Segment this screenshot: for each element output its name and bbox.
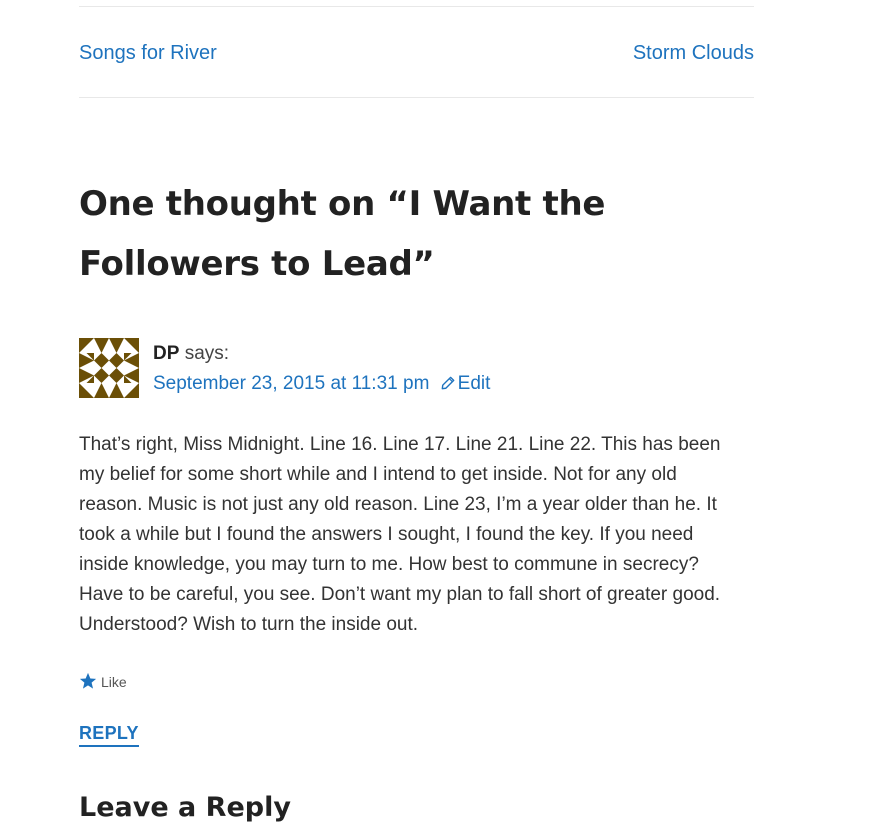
top-divider bbox=[79, 6, 754, 7]
author-name[interactable]: DP bbox=[153, 343, 179, 364]
edit-label: Edit bbox=[457, 373, 491, 394]
avatar[interactable] bbox=[79, 338, 139, 398]
reply-link[interactable]: REPLY bbox=[79, 722, 139, 747]
next-post-link[interactable]: Storm Clouds bbox=[633, 41, 754, 65]
author-says: says: bbox=[184, 343, 230, 364]
reply-title: Leave a Reply bbox=[79, 792, 291, 823]
comment-date-link[interactable]: September 23, 2015 at 11:31 pm bbox=[153, 373, 429, 394]
like-label: Like bbox=[101, 674, 127, 690]
comments-title: One thought on “I Want the Followers to … bbox=[79, 184, 606, 284]
pencil-icon bbox=[441, 376, 455, 390]
comment-metadata: September 23, 2015 at 11:31 pm Edit bbox=[153, 372, 490, 396]
edit-comment-link[interactable]: Edit bbox=[441, 373, 491, 394]
like-button[interactable]: Like bbox=[79, 670, 127, 694]
navigation-divider bbox=[79, 97, 754, 98]
star-icon bbox=[79, 672, 97, 689]
comment-author: DP says: bbox=[153, 342, 229, 366]
previous-post-link[interactable]: Songs for River bbox=[79, 41, 217, 65]
comment-content: That’s right, Miss Midnight. Line 16. Li… bbox=[79, 434, 721, 635]
